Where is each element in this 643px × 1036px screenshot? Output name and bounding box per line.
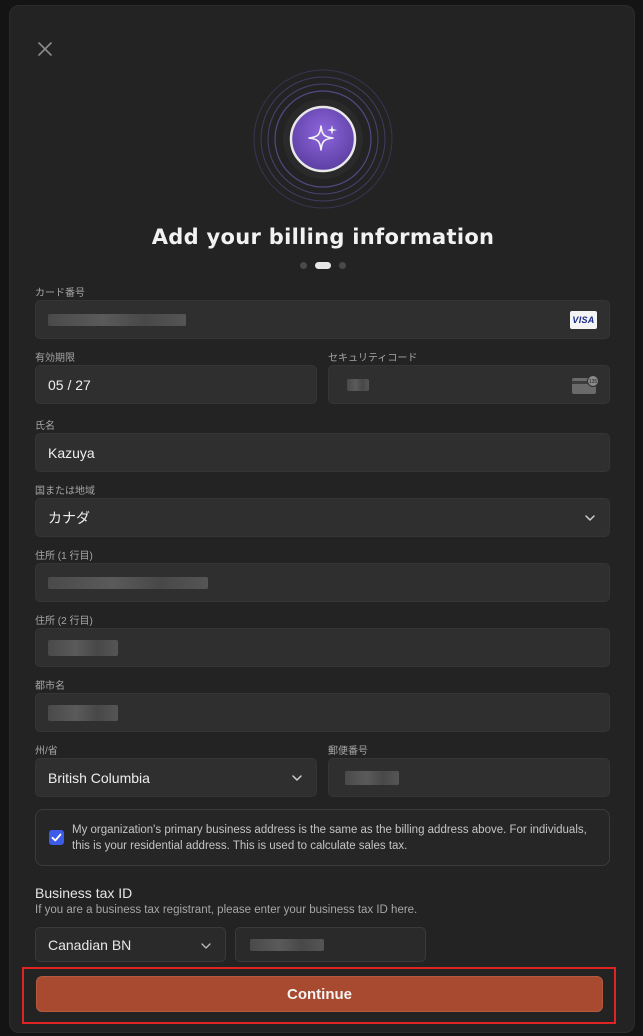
tax-id-input[interactable]	[235, 927, 426, 962]
name-label: 氏名	[35, 421, 55, 432]
address2-label: 住所 (2 行目)	[35, 616, 93, 627]
redacted-value	[48, 577, 208, 589]
tax-id-subtitle: If you are a business tax registrant, pl…	[35, 904, 418, 916]
country-label: 国または地域	[35, 486, 95, 497]
continue-button[interactable]: Continue	[36, 976, 603, 1012]
close-icon[interactable]	[34, 38, 56, 60]
cvc-badge: 135	[589, 379, 598, 385]
city-label: 都市名	[35, 681, 65, 692]
state-label: 州/省	[35, 746, 58, 757]
redacted-value	[48, 640, 118, 656]
security-code-label: セキュリティコード	[328, 353, 418, 364]
postal-field[interactable]	[328, 758, 610, 797]
redacted-value	[345, 771, 399, 785]
address2-field[interactable]	[35, 628, 610, 667]
postal-label: 郵便番号	[328, 746, 368, 757]
redacted-value	[347, 379, 369, 391]
continue-highlight: Continue	[22, 967, 616, 1024]
security-code-field[interactable]: 135	[328, 365, 610, 404]
country-select[interactable]: カナダ	[35, 498, 610, 537]
expiry-label: 有効期限	[35, 353, 75, 364]
name-value: Kazuya	[48, 444, 95, 461]
address1-label: 住所 (1 行目)	[35, 551, 93, 562]
tax-type-select[interactable]: Canadian BN	[35, 927, 226, 962]
card-cvc-icon: 135	[572, 375, 599, 394]
checkmark-icon[interactable]	[49, 830, 64, 845]
card-number-field[interactable]: VISA	[35, 300, 610, 339]
expiry-value: 05 / 27	[48, 376, 91, 393]
chevron-down-icon	[201, 943, 211, 949]
redacted-value	[48, 314, 186, 326]
redacted-value	[48, 705, 118, 721]
chevron-down-icon	[292, 775, 302, 781]
sparkle-icon	[253, 69, 393, 209]
redacted-value	[250, 939, 324, 951]
visa-icon: VISA	[570, 311, 597, 329]
expiry-field[interactable]: 05 / 27	[35, 365, 317, 404]
business-address-text: My organization's primary business addre…	[72, 824, 587, 852]
state-select[interactable]: British Columbia	[35, 758, 317, 797]
address1-field[interactable]	[35, 563, 610, 602]
city-field[interactable]	[35, 693, 610, 732]
chevron-down-icon	[585, 515, 595, 521]
step-dot	[339, 262, 346, 269]
step-dot-active	[315, 262, 331, 269]
country-value: カナダ	[48, 509, 90, 526]
name-field[interactable]: Kazuya	[35, 433, 610, 472]
step-dot	[300, 262, 307, 269]
tax-id-title: Business tax ID	[35, 885, 133, 901]
state-value: British Columbia	[48, 769, 150, 786]
card-number-label: カード番号	[35, 288, 85, 299]
step-indicator	[10, 262, 634, 269]
billing-modal: Add your billing information カード番号 VISA …	[9, 5, 635, 1033]
page-title: Add your billing information	[151, 225, 495, 249]
business-address-notice: My organization's primary business addre…	[35, 809, 610, 866]
tax-type-value: Canadian BN	[48, 936, 132, 953]
